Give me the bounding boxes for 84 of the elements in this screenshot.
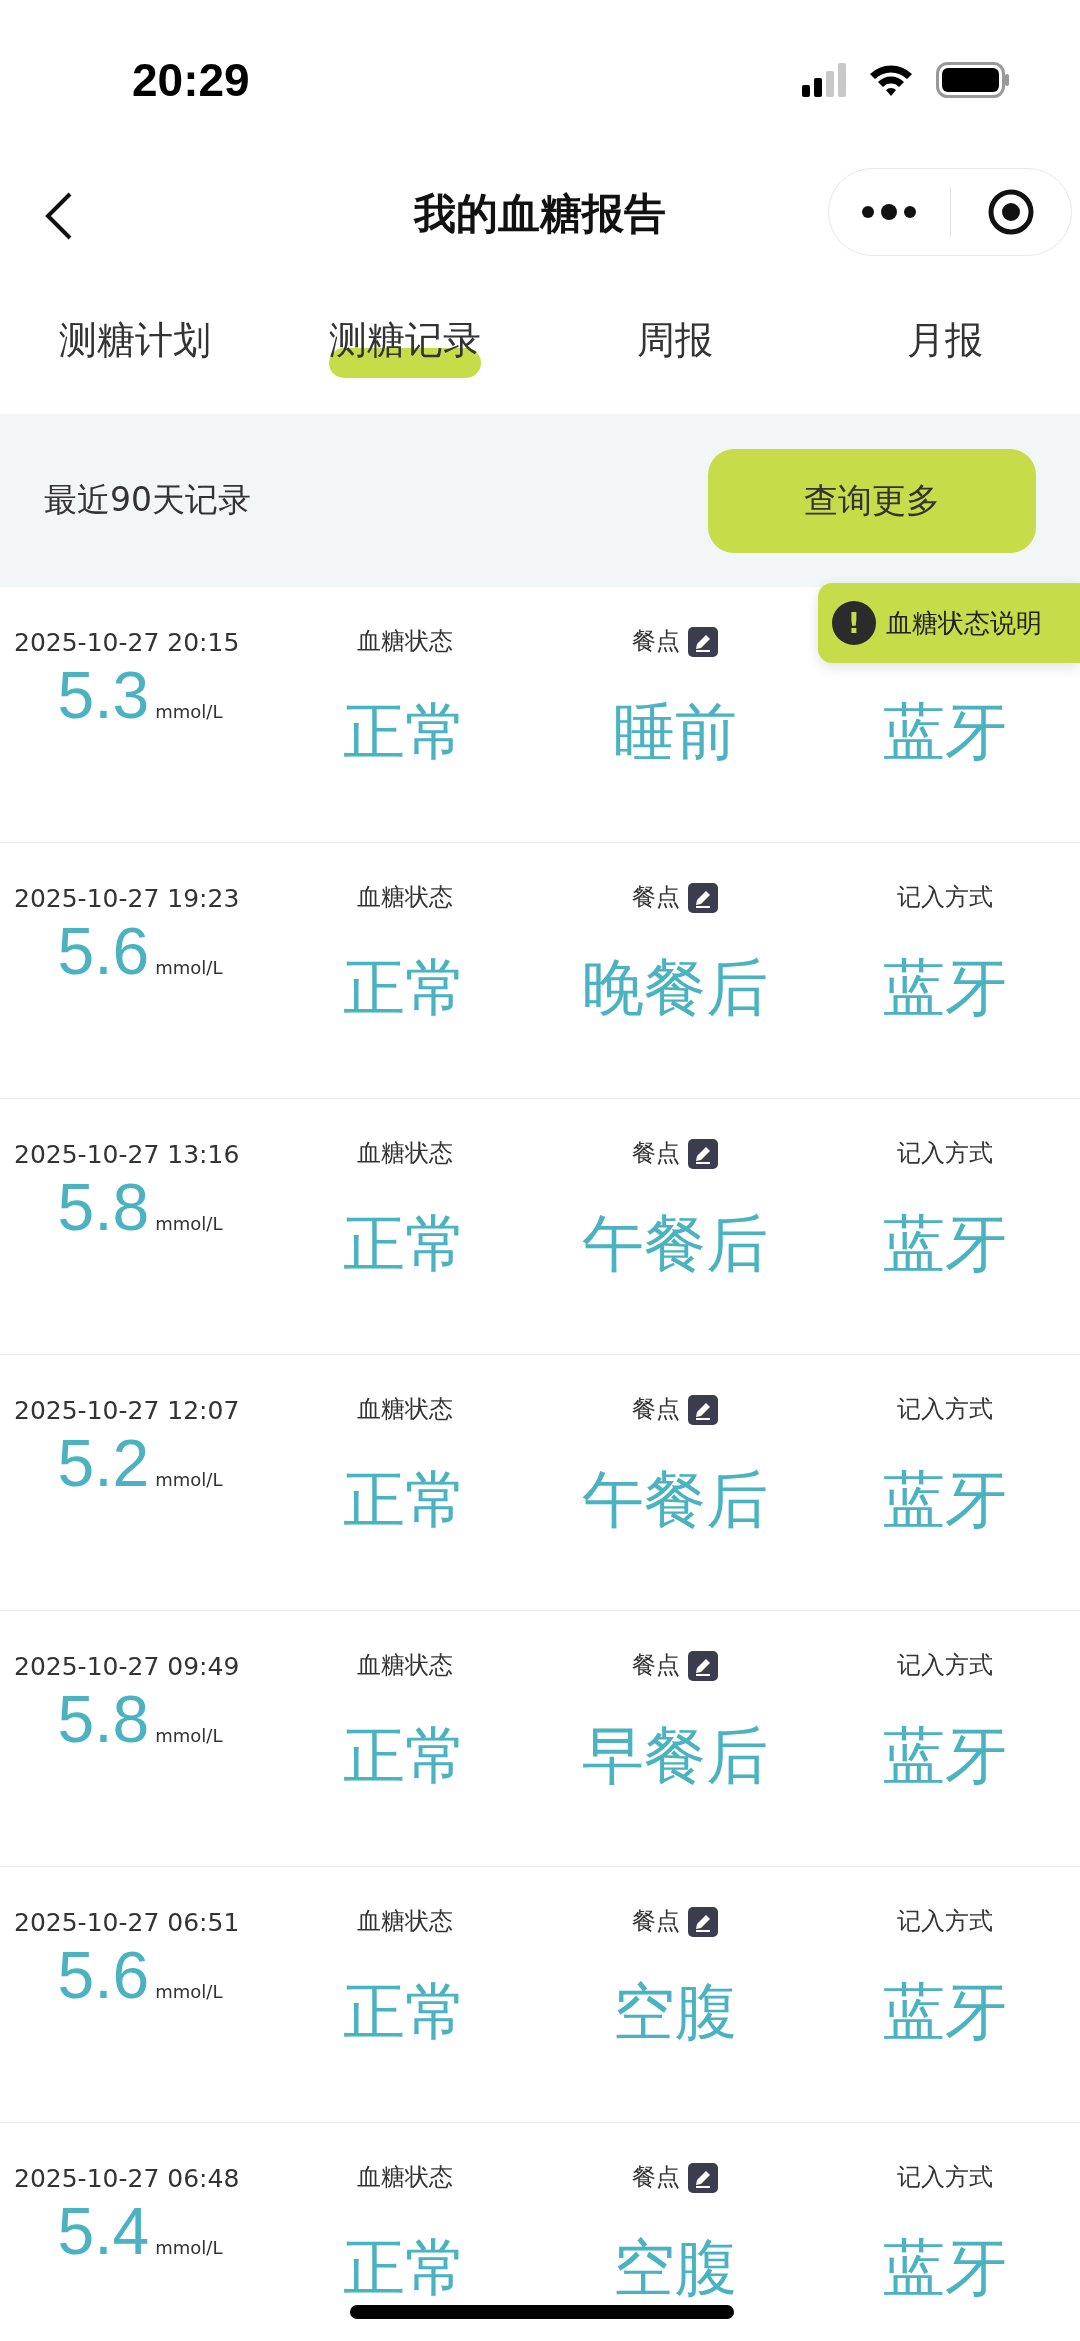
column-label: 餐点 [632, 1650, 680, 1681]
glucose-status: 正常 [343, 2230, 467, 2306]
edit-icon[interactable] [688, 1907, 718, 1937]
entry-method: 蓝牙 [883, 1974, 1007, 2050]
meal-time: 晚餐后 [582, 950, 768, 1026]
record-time: 2025-10-27 09:49 [14, 1652, 240, 1681]
record-time: 2025-10-27 19:23 [14, 884, 240, 913]
glucose-value: 5.6 [57, 1937, 150, 2013]
record-time: 2025-10-27 13:16 [14, 1140, 240, 1169]
column-label: 餐点 [632, 1394, 680, 1425]
battery-icon [936, 62, 1010, 98]
status-info-tooltip[interactable]: ! 血糖状态说明 [818, 583, 1080, 663]
column-label: 血糖状态 [357, 882, 453, 913]
column-label: 血糖状态 [357, 1138, 453, 1169]
entry-method: 蓝牙 [883, 1462, 1007, 1538]
column-label: 记入方式 [897, 1906, 993, 1937]
glucose-value: 5.2 [57, 1425, 150, 1501]
glucose-value: 5.3 [57, 657, 150, 733]
column-label: 记入方式 [897, 2162, 993, 2193]
page-title: 我的血糖报告 [414, 188, 666, 240]
edit-icon[interactable] [688, 2163, 718, 2193]
unit-label: mmol/L [155, 1981, 223, 2002]
glucose-value: 5.8 [57, 1169, 150, 1245]
signal-icon [802, 63, 846, 97]
meal-time: 早餐后 [582, 1718, 768, 1794]
edit-icon[interactable] [688, 1651, 718, 1681]
tab[interactable]: 月报 [893, 314, 997, 378]
glucose-value: 5.8 [57, 1681, 150, 1757]
column-label: 记入方式 [897, 882, 993, 913]
status-time: 20:29 [132, 53, 250, 107]
unit-label: mmol/L [155, 957, 223, 978]
entry-method: 蓝牙 [883, 1206, 1007, 1282]
entry-method: 蓝牙 [883, 694, 1007, 770]
unit-label: mmol/L [155, 1213, 223, 1234]
glucose-status: 正常 [343, 1462, 467, 1538]
tab[interactable]: 周报 [623, 314, 727, 378]
edit-icon[interactable] [688, 1139, 718, 1169]
column-label: 记入方式 [897, 1138, 993, 1169]
record-time: 2025-10-27 06:48 [14, 2164, 240, 2193]
close-icon[interactable] [986, 188, 1035, 236]
warning-icon: ! [832, 601, 876, 645]
meal-time: 空腹 [613, 1974, 737, 2050]
column-label: 血糖状态 [357, 1394, 453, 1425]
query-more-button[interactable]: 查询更多 [708, 448, 1036, 553]
more-icon[interactable] [861, 204, 918, 220]
glucose-value: 5.4 [57, 2193, 150, 2269]
tab[interactable]: 测糖计划 [45, 314, 225, 378]
meal-time: 空腹 [613, 2230, 737, 2306]
filter-label: 最近90天记录 [44, 479, 251, 521]
wifi-icon [868, 63, 914, 97]
glucose-status: 正常 [343, 1718, 467, 1794]
meal-time: 午餐后 [582, 1206, 768, 1282]
entry-method: 蓝牙 [883, 1718, 1007, 1794]
entry-method: 蓝牙 [883, 950, 1007, 1026]
unit-label: mmol/L [155, 701, 223, 722]
column-label: 血糖状态 [357, 1906, 453, 1937]
glucose-status: 正常 [343, 1974, 467, 2050]
column-label: 血糖状态 [357, 1650, 453, 1681]
edit-icon[interactable] [688, 1395, 718, 1425]
record-time: 2025-10-27 20:15 [14, 628, 240, 657]
glucose-status: 正常 [343, 694, 467, 770]
record-time: 2025-10-27 06:51 [14, 1908, 240, 1937]
glucose-status: 正常 [343, 950, 467, 1026]
column-label: 记入方式 [897, 1394, 993, 1425]
column-label: 血糖状态 [357, 2162, 453, 2193]
unit-label: mmol/L [155, 1725, 223, 1746]
column-label: 餐点 [632, 1906, 680, 1937]
column-label: 记入方式 [897, 1650, 993, 1681]
entry-method: 蓝牙 [883, 2230, 1007, 2306]
edit-icon[interactable] [688, 883, 718, 913]
column-label: 餐点 [632, 882, 680, 913]
back-icon[interactable] [44, 192, 74, 240]
column-label: 血糖状态 [357, 626, 453, 657]
edit-icon[interactable] [688, 627, 718, 657]
meal-time: 午餐后 [582, 1462, 768, 1538]
unit-label: mmol/L [155, 2237, 223, 2258]
unit-label: mmol/L [155, 1469, 223, 1490]
column-label: 餐点 [632, 1138, 680, 1169]
glucose-status: 正常 [343, 1206, 467, 1282]
glucose-value: 5.6 [57, 913, 150, 989]
column-label: 餐点 [632, 2162, 680, 2193]
record-time: 2025-10-27 12:07 [14, 1396, 240, 1425]
column-label: 餐点 [632, 626, 680, 657]
meal-time: 睡前 [613, 694, 737, 770]
